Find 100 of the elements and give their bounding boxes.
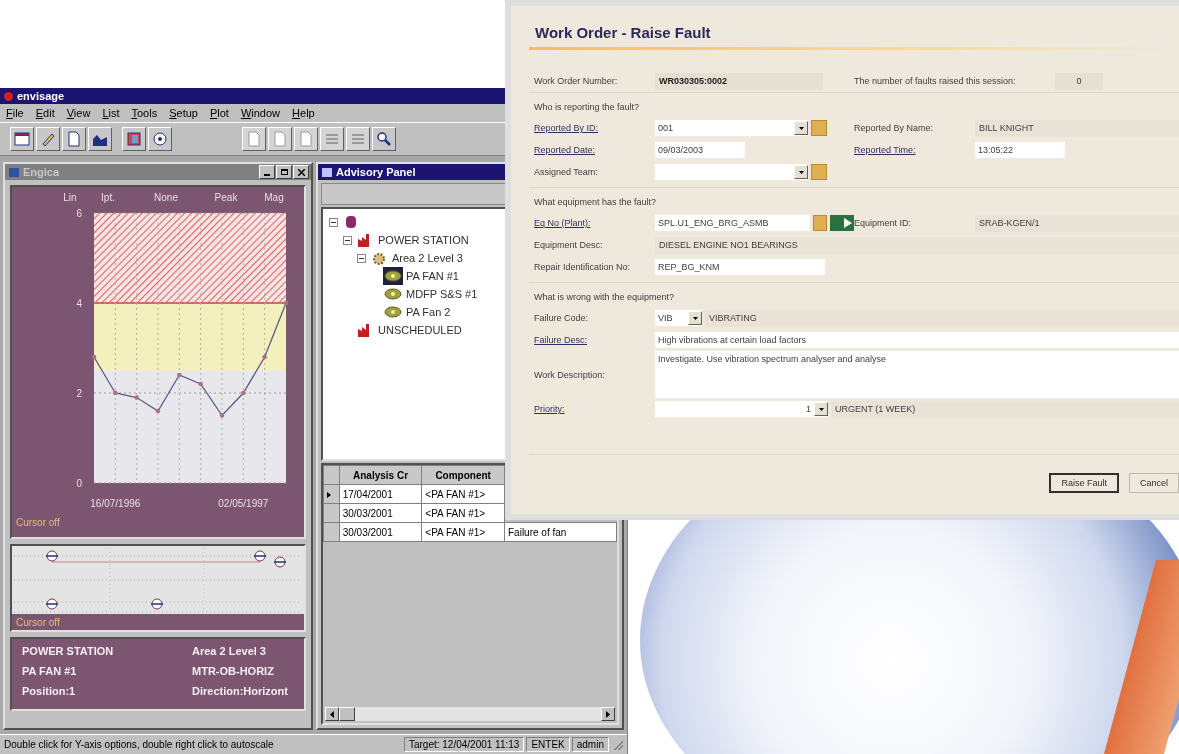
data-point — [134, 395, 139, 400]
list-icon — [350, 131, 366, 147]
expand-toggle[interactable] — [343, 235, 352, 245]
toolbar-button[interactable] — [372, 127, 396, 151]
tree-item[interactable]: MDFP S&S #1 — [406, 288, 478, 300]
list-icon — [324, 131, 340, 147]
window-icon — [14, 131, 30, 147]
toolbar-button[interactable] — [10, 127, 34, 151]
fan-icon — [384, 304, 402, 320]
menu-item[interactable]: View — [66, 107, 91, 119]
field-link[interactable]: Failure Desc: — [534, 335, 652, 345]
menu-item[interactable]: Window — [240, 107, 281, 119]
toolbar-button[interactable] — [88, 127, 112, 151]
field-link[interactable]: Reported By ID: — [534, 123, 652, 133]
combo-field[interactable]: 001 — [655, 120, 808, 136]
data-point — [177, 372, 182, 378]
node-icon-frame[interactable] — [383, 285, 403, 303]
tree-item[interactable]: PA FAN #1 — [406, 270, 459, 282]
field-link[interactable]: Reported Time: — [854, 145, 972, 155]
field-link[interactable]: Priority: — [534, 404, 652, 414]
toolbar-button[interactable] — [148, 127, 172, 151]
section-heading: Who is reporting the fault? — [534, 101, 641, 114]
combo-field[interactable]: 1 — [655, 401, 828, 417]
input-field[interactable]: REP_BG_KNM — [655, 259, 825, 275]
field-label: The number of faults raised this session: — [854, 76, 1017, 86]
info-text: Area 2 Level 3 — [192, 645, 267, 659]
menu-item[interactable]: Help — [292, 107, 315, 119]
node-icon-frame[interactable] — [383, 303, 403, 321]
menu-item[interactable]: Edit — [35, 107, 55, 119]
disc-icon — [152, 131, 168, 147]
dialog-button[interactable]: Raise Fault — [1049, 473, 1119, 493]
page-icon — [246, 131, 262, 147]
data-point — [262, 354, 267, 360]
input-field[interactable]: 09/03/2003 — [655, 142, 745, 158]
data-point — [241, 390, 246, 396]
axis-label: 6 — [76, 208, 82, 219]
field-label: Reported By Name: — [854, 123, 935, 133]
data-point — [219, 413, 225, 418]
axis-label: 2 — [76, 388, 82, 399]
menu-item[interactable]: List — [102, 107, 120, 119]
dropdown-button[interactable] — [794, 121, 808, 135]
field-link[interactable]: Eq No (Plant): — [534, 218, 652, 228]
field-label: Assigned Team: — [534, 167, 599, 177]
data-point — [283, 300, 289, 306]
tree-item[interactable]: POWER STATION — [378, 234, 469, 246]
dropdown-button[interactable] — [688, 311, 702, 325]
toolbar-button[interactable] — [62, 127, 86, 151]
input-field[interactable]: SPL.U1_ENG_BRG_ASMB — [655, 215, 810, 231]
chart-option-label: Mag — [264, 192, 284, 203]
text-area[interactable]: Investigate. Use vibration spectrum analyser and analyse — [655, 351, 1179, 398]
menu-item[interactable]: File — [6, 107, 24, 119]
read-only-field: 0 — [1055, 72, 1103, 90]
input-field[interactable]: 13:05:22 — [975, 142, 1065, 158]
scroll-right-button[interactable] — [601, 707, 615, 721]
menu-item[interactable]: Setup — [169, 107, 198, 119]
read-only-field: DIESEL ENGINE NO1 BEARINGS — [655, 236, 1179, 254]
fan-icon — [384, 268, 402, 284]
pencil-icon — [40, 131, 56, 147]
scroll-left-button[interactable] — [325, 707, 339, 721]
input-field[interactable]: High vibrations at certain load factors — [655, 332, 1179, 348]
fan-icon — [384, 286, 402, 302]
axis-label: 16/07/1996 — [90, 498, 141, 509]
caret-icon — [798, 126, 804, 130]
expand-toggle[interactable] — [329, 217, 338, 227]
section-heading: What is wrong with the equipment? — [534, 291, 676, 304]
window-title: Advisory Panel — [336, 166, 416, 178]
scrollbar[interactable] — [325, 707, 615, 721]
cursor-label: Cursor off — [15, 616, 60, 628]
combo-field[interactable]: VIB — [655, 310, 702, 326]
toolbar-button[interactable] — [122, 127, 146, 151]
chart-option-label: Lin — [63, 192, 77, 203]
dropdown-button[interactable] — [794, 165, 808, 179]
info-text: PA FAN #1 — [22, 665, 78, 679]
status-message: Double click for Y-axis options, double right click to autoscale — [4, 739, 275, 750]
axis-label: 02/05/1997 — [218, 498, 269, 509]
magnifier-icon — [376, 131, 392, 147]
navigate-button[interactable] — [830, 215, 854, 231]
node-icon-frame[interactable] — [383, 267, 403, 285]
dialog-button[interactable]: Cancel — [1129, 473, 1179, 493]
column-header[interactable]: Analysis Cr — [339, 465, 422, 485]
logo-icon — [4, 91, 13, 101]
dialog-title: Work Order - Raise Fault — [535, 24, 712, 41]
menu-item[interactable]: Plot — [209, 107, 229, 119]
lookup-button[interactable] — [812, 215, 828, 231]
combo-field[interactable] — [655, 164, 808, 180]
column-header[interactable]: Component — [421, 465, 505, 485]
field-link[interactable]: Reported Date: — [534, 145, 652, 155]
page-icon — [272, 131, 288, 147]
dropdown-button[interactable] — [814, 402, 828, 416]
menu-item[interactable]: Tools — [131, 107, 158, 119]
left-arrow-icon — [330, 710, 334, 718]
info-text: POWER STATION — [22, 645, 115, 659]
tree-item[interactable]: PA Fan 2 — [406, 306, 451, 318]
tree-item[interactable]: UNSCHEDULED — [378, 324, 462, 336]
row-pointer-icon — [327, 491, 331, 498]
status-pane: ENTEK — [526, 737, 570, 752]
toolbar-button[interactable] — [36, 127, 60, 151]
expand-toggle[interactable] — [357, 253, 366, 263]
scroll-thumb[interactable] — [339, 707, 355, 721]
tree-item[interactable]: Area 2 Level 3 — [392, 252, 463, 264]
